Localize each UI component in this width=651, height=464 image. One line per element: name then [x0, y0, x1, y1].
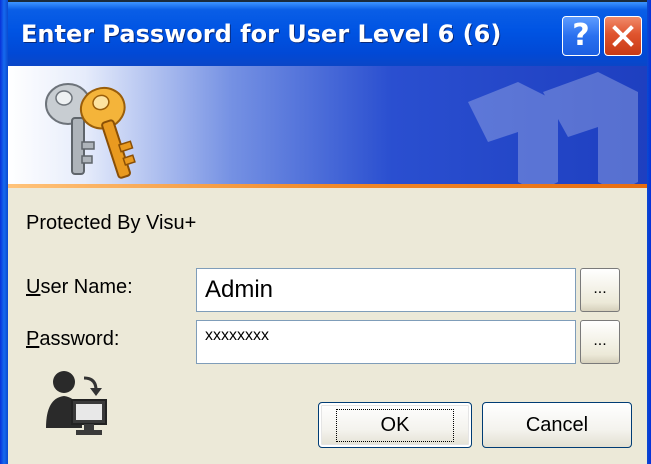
user-name-browse-button[interactable]: ...	[580, 268, 620, 312]
window-frame-left	[0, 0, 8, 464]
password-input[interactable]: xxxxxxxx	[196, 320, 576, 364]
keys-icon	[45, 83, 136, 179]
ok-button[interactable]: OK	[318, 402, 472, 448]
header-banner	[8, 66, 647, 184]
help-icon: ?	[572, 18, 590, 53]
help-button[interactable]: ?	[562, 16, 600, 56]
password-browse-button[interactable]: ...	[580, 320, 620, 364]
password-dialog: Enter Password for User Level 6 (6) ? Pr…	[0, 0, 651, 464]
cancel-button[interactable]: Cancel	[482, 402, 632, 448]
window-frame-right	[647, 0, 651, 464]
user-name-input[interactable]: Admin	[196, 268, 576, 312]
banner-divider	[8, 184, 647, 188]
title-bar[interactable]: Enter Password for User Level 6 (6) ?	[0, 0, 651, 66]
password-label-text: assword:	[39, 328, 120, 350]
password-label: Password:	[26, 328, 119, 351]
key-watermark	[468, 72, 638, 184]
window-title: Enter Password for User Level 6 (6)	[21, 20, 502, 48]
protected-by-text: Protected By Visu+	[26, 212, 197, 234]
user-name-accelerator: U	[26, 276, 41, 298]
user-name-label-text: ser Name:	[40, 276, 133, 298]
password-accelerator: P	[26, 328, 40, 350]
user-name-label: User Name:	[26, 276, 133, 299]
close-button[interactable]	[604, 16, 642, 56]
close-icon	[612, 25, 634, 47]
user-computer-icon	[46, 371, 107, 435]
ok-button-label: OK	[335, 408, 455, 442]
